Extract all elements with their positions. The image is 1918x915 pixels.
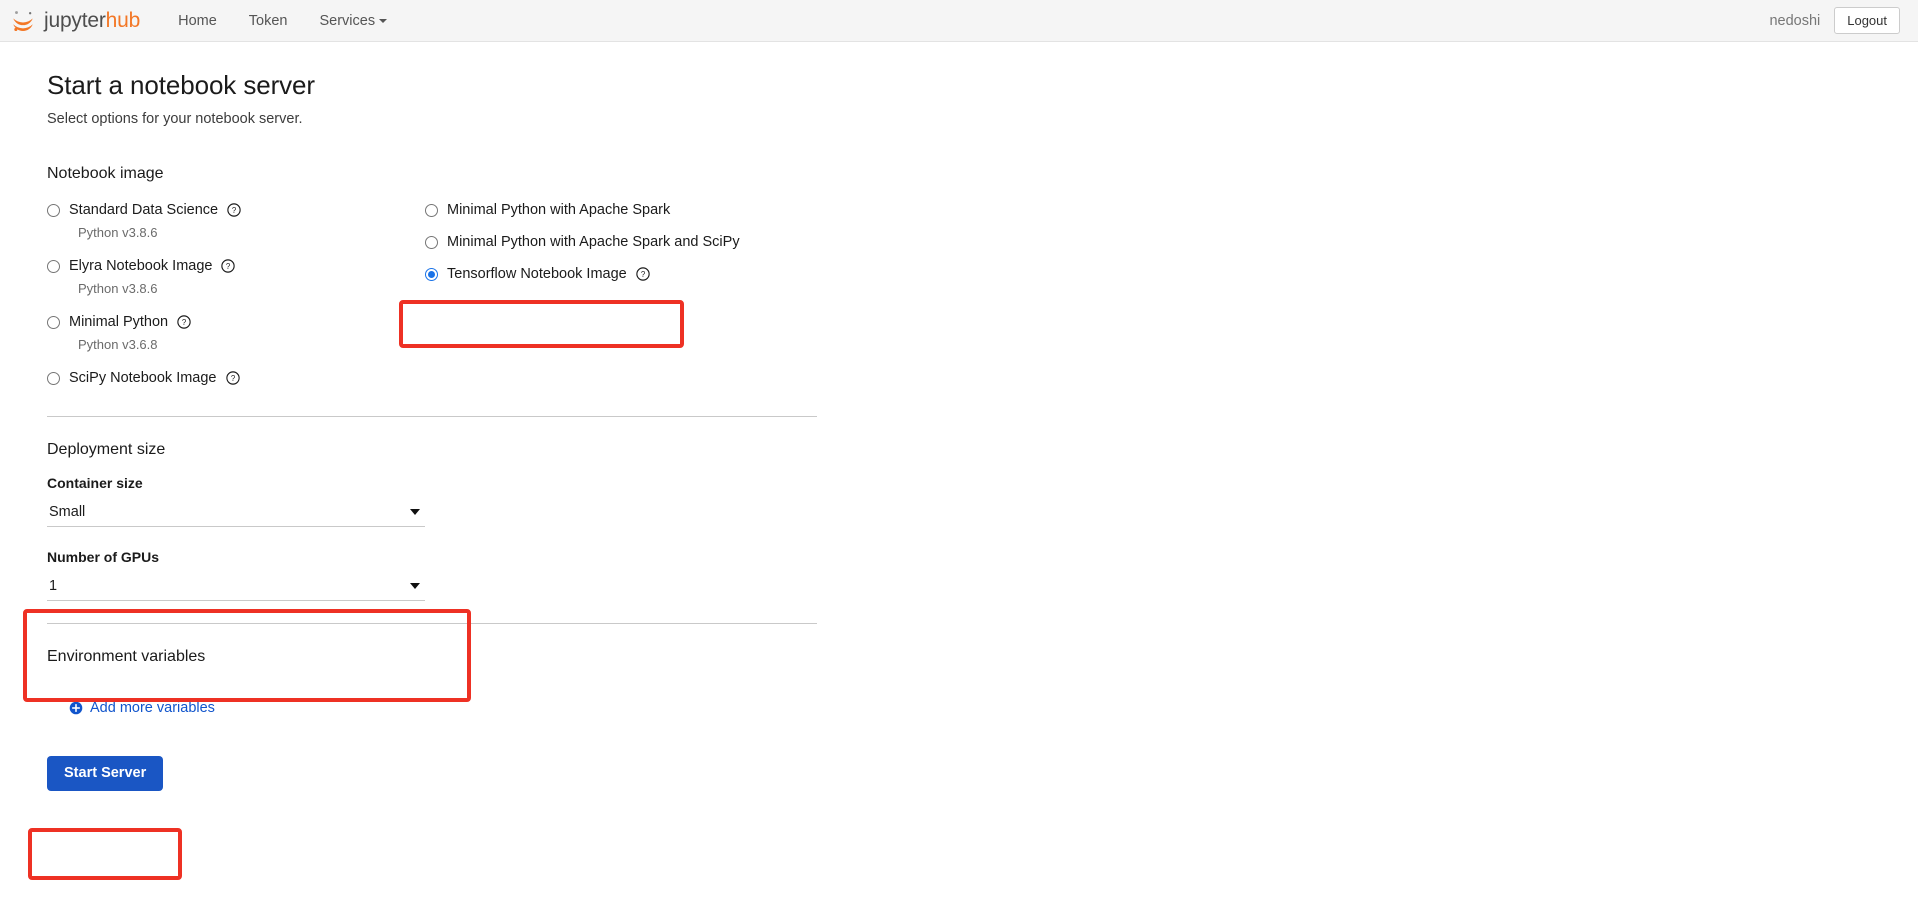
nav-link-token[interactable]: Token	[233, 0, 304, 42]
help-circle-icon[interactable]: ?	[221, 259, 235, 273]
svg-text:?: ?	[230, 374, 235, 383]
number-of-gpus-label: Number of GPUs	[47, 549, 867, 565]
option-standard-data-science[interactable]: Standard Data Science ?	[47, 199, 425, 221]
container-size-label: Container size	[47, 475, 867, 491]
option-label: Minimal Python	[69, 314, 168, 330]
jupyterhub-brand[interactable]: jupyterhub	[10, 8, 140, 34]
option-elyra-notebook-image[interactable]: Elyra Notebook Image ?	[47, 255, 425, 277]
annotation-box-start-server	[28, 828, 182, 880]
start-server-row: Start Server	[47, 756, 867, 791]
option-tensorflow-notebook-image[interactable]: Tensorflow Notebook Image ?	[425, 263, 740, 285]
page-title: Start a notebook server	[47, 70, 1918, 101]
option-sub-note: Python v3.8.6	[78, 225, 425, 243]
spawner-form: Notebook image Standard Data Science ? P…	[47, 165, 867, 791]
current-username: nedoshi	[1769, 13, 1820, 29]
brand-hub: hub	[106, 9, 140, 32]
option-scipy-notebook-image[interactable]: SciPy Notebook Image ?	[47, 367, 425, 389]
option-label: Minimal Python with Apache Spark and Sci…	[447, 234, 740, 250]
container-size-select[interactable]: Small	[47, 497, 425, 527]
notebook-image-options: Standard Data Science ? Python v3.8.6 El…	[47, 199, 867, 393]
svg-text:?: ?	[641, 270, 646, 279]
add-more-variables-link[interactable]: Add more variables	[69, 700, 215, 716]
nav-links: Home Token Services	[162, 0, 403, 41]
option-label: Tensorflow Notebook Image	[447, 266, 627, 282]
radio-minimal-python[interactable]	[47, 316, 60, 329]
brand-jupyter: jupyter	[44, 9, 106, 32]
option-sub-note: Python v3.6.8	[78, 337, 425, 355]
option-label: SciPy Notebook Image	[69, 370, 217, 386]
section-divider-1	[47, 416, 817, 417]
nav-link-home[interactable]: Home	[162, 0, 233, 42]
logout-button[interactable]: Logout	[1834, 7, 1900, 35]
environment-variables-section-title: Environment variables	[47, 648, 867, 666]
svg-text:?: ?	[182, 318, 187, 327]
notebook-image-left-column: Standard Data Science ? Python v3.8.6 El…	[47, 199, 425, 393]
radio-minimal-python-apache-spark-scipy[interactable]	[425, 236, 438, 249]
top-navbar: jupyterhub Home Token Services nedoshi L…	[0, 0, 1918, 42]
plus-circle-icon	[69, 701, 83, 715]
container-size-field[interactable]: Small	[47, 497, 425, 527]
deployment-size-section-title: Deployment size	[47, 441, 867, 459]
page-content: Start a notebook server Select options f…	[0, 42, 1918, 791]
help-circle-icon[interactable]: ?	[226, 371, 240, 385]
number-of-gpus-select[interactable]: 1	[47, 571, 425, 601]
help-circle-icon[interactable]: ?	[177, 315, 191, 329]
jupyter-logo-icon	[10, 8, 36, 34]
page-subtitle: Select options for your notebook server.	[47, 111, 1918, 127]
option-sub-note: Python v3.8.6	[78, 281, 425, 299]
radio-scipy-notebook-image[interactable]	[47, 372, 60, 385]
option-label: Elyra Notebook Image	[69, 258, 212, 274]
radio-tensorflow-notebook-image[interactable]	[425, 268, 438, 281]
option-minimal-python[interactable]: Minimal Python ?	[47, 311, 425, 333]
chevron-down-icon	[379, 19, 387, 23]
svg-text:?: ?	[232, 206, 237, 215]
navbar-right: nedoshi Logout	[1769, 7, 1900, 35]
brand-text: jupyterhub	[44, 10, 140, 31]
svg-text:?: ?	[226, 262, 231, 271]
notebook-image-right-column: Minimal Python with Apache Spark Minimal…	[425, 199, 740, 295]
option-label: Minimal Python with Apache Spark	[447, 202, 670, 218]
option-label: Standard Data Science	[69, 202, 218, 218]
option-minimal-python-apache-spark[interactable]: Minimal Python with Apache Spark	[425, 199, 740, 221]
option-minimal-python-apache-spark-scipy[interactable]: Minimal Python with Apache Spark and Sci…	[425, 231, 740, 253]
add-more-variables-label: Add more variables	[90, 700, 215, 716]
nav-link-services[interactable]: Services	[303, 0, 403, 42]
help-circle-icon[interactable]: ?	[227, 203, 241, 217]
nav-link-services-label: Services	[319, 13, 375, 29]
start-server-button[interactable]: Start Server	[47, 756, 163, 791]
radio-elyra-notebook-image[interactable]	[47, 260, 60, 273]
section-divider-2	[47, 623, 817, 624]
number-of-gpus-field[interactable]: 1	[47, 571, 425, 601]
radio-standard-data-science[interactable]	[47, 204, 60, 217]
notebook-image-section-title: Notebook image	[47, 165, 867, 183]
help-circle-icon[interactable]: ?	[636, 267, 650, 281]
radio-minimal-python-apache-spark[interactable]	[425, 204, 438, 217]
